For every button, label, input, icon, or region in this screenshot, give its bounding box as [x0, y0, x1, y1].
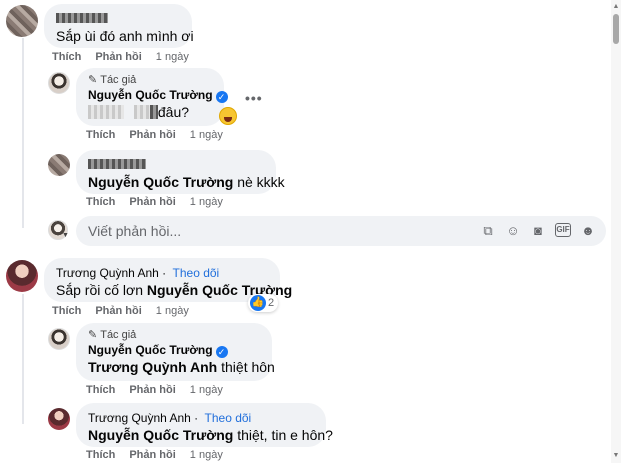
like-button[interactable]: Thích: [86, 384, 115, 396]
comment-text: Nguyễn Quốc Trường thiệt, tin e hôn?: [88, 427, 333, 443]
chevron-down-icon[interactable]: ▼: [62, 232, 69, 239]
name-censor: [88, 159, 146, 169]
avatar-sticker-icon[interactable]: ☻: [580, 223, 596, 239]
pencil-icon: ✎: [88, 329, 98, 341]
thread-line: [22, 294, 24, 424]
avatar[interactable]: [48, 72, 70, 94]
like-button[interactable]: Thích: [52, 305, 81, 317]
mention-link[interactable]: Nguyễn Quốc Trường: [88, 427, 233, 443]
comment-text: đâu?: [88, 103, 212, 122]
comment-time[interactable]: 1 ngày: [190, 384, 223, 396]
author-badge: ✎ Tác giả: [88, 73, 212, 87]
scroll-up-arrow-icon[interactable]: ▲: [612, 3, 620, 11]
commenter-name[interactable]: Trương Quỳnh Anh · Theo dõi: [56, 265, 268, 281]
scrollbar[interactable]: ▲ ▼: [611, 0, 621, 463]
avatar[interactable]: [6, 5, 38, 37]
reaction-count[interactable]: 👍 2: [248, 294, 279, 312]
reply-button[interactable]: Phản hồi: [95, 305, 141, 317]
reply-button[interactable]: Phản hồi: [129, 129, 175, 141]
author-badge: ✎ Tác giả: [88, 328, 260, 342]
comment-bubble: Sắp ùi đó anh mình ơi: [44, 4, 194, 48]
commenter-name[interactable]: Trương Quỳnh Anh · Theo dõi: [88, 410, 314, 426]
author-tag-label: Tác giả: [100, 74, 137, 86]
like-button[interactable]: Thích: [86, 196, 115, 208]
comment-text: Nguyễn Quốc Trường nè kkkk: [88, 174, 285, 190]
comment-bubble: Trương Quỳnh Anh · Theo dõi Nguyễn Quốc …: [76, 403, 333, 447]
mention-link[interactable]: Trương Quỳnh Anh: [88, 359, 217, 375]
laughing-emoji-icon: [219, 107, 237, 125]
reply-button[interactable]: Phản hồi: [129, 384, 175, 396]
comment-bubble: ✎ Tác giả Nguyễn Quốc Trường ✓ Trương Quỳ…: [76, 323, 275, 381]
comment-time[interactable]: 1 ngày: [190, 449, 223, 461]
reaction-number: 2: [268, 297, 275, 309]
like-reaction-icon: 👍: [250, 295, 266, 311]
sticker-icon[interactable]: ⧉: [480, 223, 496, 239]
avatar[interactable]: [48, 408, 70, 430]
comment-time[interactable]: 1 ngày: [156, 305, 189, 317]
avatar[interactable]: [48, 154, 70, 176]
scroll-down-arrow-icon[interactable]: ▼: [612, 452, 620, 460]
comment-actions: Thích Phản hồi 1 ngày: [52, 305, 189, 317]
comment-time[interactable]: 1 ngày: [190, 129, 223, 141]
thread-line: [22, 38, 24, 228]
commenter-name[interactable]: [56, 11, 180, 27]
text-censor: [88, 105, 124, 119]
comment-text: Trương Quỳnh Anh thiệt hôn: [88, 359, 275, 375]
comment-bubble: ✎ Tác giả Nguyễn Quốc Trường ✓ đâu?: [76, 68, 228, 126]
text-censor: [133, 105, 150, 119]
more-options-icon[interactable]: •••: [245, 90, 263, 106]
commenter-name[interactable]: Nguyễn Quốc Trường ✓: [88, 342, 260, 358]
follow-link[interactable]: Theo dõi: [173, 266, 220, 280]
text-censor: [149, 105, 158, 119]
follow-link[interactable]: Theo dõi: [205, 411, 252, 425]
like-button[interactable]: Thích: [86, 129, 115, 141]
reply-input-container: ⧉ ☺ ◙ GIF ☻: [76, 216, 606, 246]
commenter-name[interactable]: Nguyễn Quốc Trường ✓: [88, 87, 228, 103]
comment-time[interactable]: 1 ngày: [156, 51, 189, 63]
reply-button[interactable]: Phản hồi: [129, 196, 175, 208]
comment-actions: Thích Phản hồi 1 ngày: [52, 51, 189, 63]
comment-bubble: Nguyễn Quốc Trường nè kkkk: [76, 150, 285, 194]
comment-text: Sắp ùi đó anh mình ơi: [56, 28, 194, 44]
avatar[interactable]: [6, 260, 38, 292]
reply-input[interactable]: [76, 216, 456, 246]
commenter-name[interactable]: [88, 157, 264, 173]
author-tag-label: Tác giả: [100, 329, 137, 341]
comment-actions: Thích Phản hồi 1 ngày: [86, 129, 223, 141]
mention-link[interactable]: Nguyễn Quốc Trường: [88, 174, 233, 190]
scrollbar-thumb[interactable]: [613, 14, 619, 44]
emoji-icon[interactable]: ☺: [505, 223, 521, 239]
reply-button[interactable]: Phản hồi: [95, 51, 141, 63]
input-toolbar: ⧉ ☺ ◙ GIF ☻: [480, 223, 596, 239]
comment-text: Sắp rồi cố lơn Nguyễn Quốc Trường: [56, 282, 293, 298]
camera-icon[interactable]: ◙: [530, 223, 546, 239]
verified-icon: ✓: [215, 91, 228, 103]
like-button[interactable]: Thích: [86, 449, 115, 461]
name-censor: [56, 13, 108, 23]
gif-icon[interactable]: GIF: [555, 223, 571, 237]
like-button[interactable]: Thích: [52, 51, 81, 63]
reply-button[interactable]: Phản hồi: [129, 449, 175, 461]
avatar[interactable]: [48, 328, 70, 350]
comment-actions: Thích Phản hồi 1 ngày: [86, 384, 223, 396]
pencil-icon: ✎: [88, 74, 98, 86]
verified-icon: ✓: [215, 346, 228, 358]
comment-time[interactable]: 1 ngày: [190, 196, 223, 208]
comment-bubble: Trương Quỳnh Anh · Theo dõi Sắp rồi cố l…: [44, 258, 293, 302]
comment-actions: Thích Phản hồi 1 ngày: [86, 449, 223, 461]
comment-actions: Thích Phản hồi 1 ngày: [86, 196, 223, 208]
